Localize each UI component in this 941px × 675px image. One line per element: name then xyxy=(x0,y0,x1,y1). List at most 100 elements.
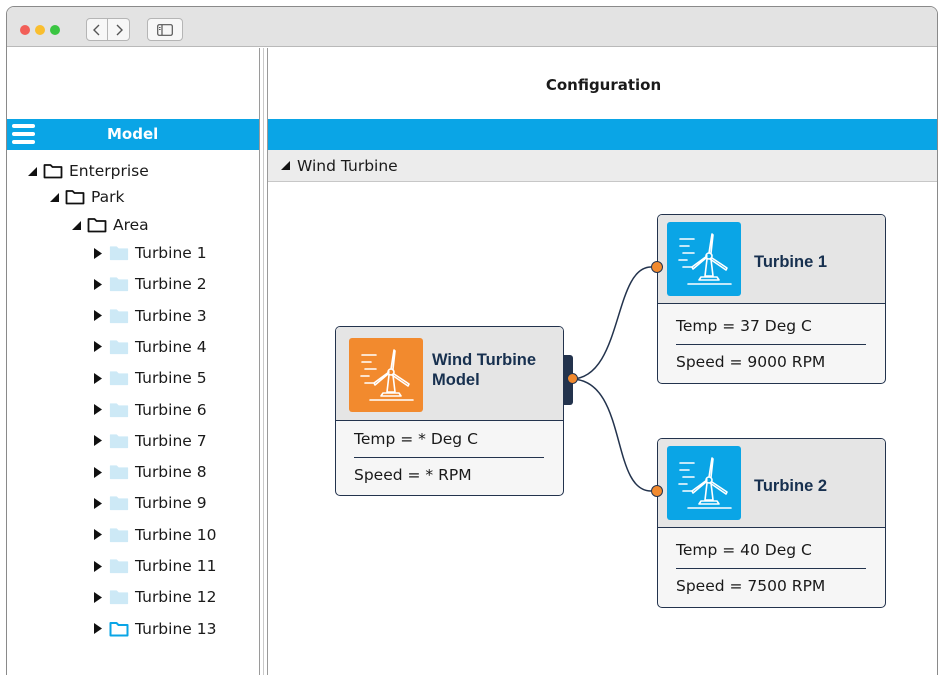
tree-item-label: Turbine 4 xyxy=(135,337,207,356)
tree-item[interactable]: Turbine 10 xyxy=(91,522,216,548)
tree-item-label: Turbine 7 xyxy=(135,431,207,450)
folder-icon xyxy=(109,402,129,418)
tree-item-label: Turbine 11 xyxy=(135,557,217,575)
wire-to-turbine1 xyxy=(570,266,652,380)
folder-icon xyxy=(109,245,129,261)
folder-icon xyxy=(109,589,129,605)
triangle-collapsed-icon[interactable] xyxy=(91,403,105,417)
tree-item[interactable]: Turbine 1 xyxy=(91,240,207,266)
tree-item[interactable]: Turbine 11 xyxy=(91,553,216,579)
tree-item-label: Turbine 10 xyxy=(135,525,217,544)
triangle-collapsed-icon[interactable] xyxy=(91,434,105,448)
section-label: Wind Turbine xyxy=(297,156,398,175)
triangle-collapsed-icon[interactable] xyxy=(91,622,105,636)
model-speed-property: Speed = * RPM xyxy=(354,466,472,484)
tree-item-label: Area xyxy=(113,216,149,234)
tree-item[interactable]: Turbine 8 xyxy=(91,459,207,485)
sidebar-icon xyxy=(157,23,173,36)
model-output-connector[interactable] xyxy=(567,373,578,384)
pane-splitter[interactable] xyxy=(259,48,268,675)
triangle-collapsed-icon[interactable] xyxy=(91,277,105,291)
tree-item[interactable]: Turbine 13 xyxy=(91,616,216,642)
triangle-collapsed-icon[interactable] xyxy=(91,371,105,385)
configuration-pane: Configuration Wind Turbine Wind Turbine … xyxy=(268,48,937,675)
triangle-collapsed-icon[interactable] xyxy=(91,246,105,260)
tree-item-label: Park xyxy=(91,188,125,206)
app-window: Model Enterprise Park Area Turbine 1 Turbine… xyxy=(6,6,938,675)
triangle-collapsed-icon[interactable] xyxy=(91,309,105,323)
folder-icon xyxy=(109,308,129,324)
turbine-2-node[interactable]: Turbine 2 Temp = 40 Deg C Speed = 7500 R… xyxy=(657,438,886,608)
zoom-window-button[interactable] xyxy=(50,25,60,35)
tree-item-label: Turbine 1 xyxy=(135,244,207,262)
wind-turbine-icon xyxy=(667,222,741,296)
tree-item[interactable]: Turbine 7 xyxy=(91,428,207,454)
triangle-collapsed-icon[interactable] xyxy=(91,340,105,354)
folder-icon xyxy=(109,495,129,511)
triangle-collapsed-icon[interactable] xyxy=(91,528,105,542)
turbine-1-input-connector[interactable] xyxy=(651,261,663,273)
tree-item-label: Turbine 12 xyxy=(135,588,217,607)
tree-item[interactable]: Area xyxy=(69,212,149,238)
title-bar xyxy=(7,7,937,47)
turbine-2-temp-property: Temp = 40 Deg C xyxy=(676,541,812,559)
tree-item[interactable]: Park xyxy=(47,184,125,210)
sidebar-toggle-button[interactable] xyxy=(147,18,183,41)
diagram-canvas: Wind Turbine Model Temp = * Deg C Speed … xyxy=(268,182,937,675)
folder-icon xyxy=(109,276,129,292)
turbine-1-speed-property: Speed = 9000 RPM xyxy=(676,353,826,371)
tree-item[interactable]: Turbine 3 xyxy=(91,303,207,329)
back-button[interactable] xyxy=(86,18,108,41)
turbine-2-input-connector[interactable] xyxy=(651,485,663,497)
tree-item[interactable]: Turbine 6 xyxy=(91,397,207,423)
page-title: Configuration xyxy=(545,76,662,94)
property-divider xyxy=(354,457,544,458)
triangle-expanded-icon[interactable] xyxy=(280,160,291,171)
triangle-collapsed-icon[interactable] xyxy=(91,590,105,604)
folder-icon xyxy=(87,217,107,233)
triangle-collapsed-icon[interactable] xyxy=(91,559,105,573)
turbine-1-title: Turbine 1 xyxy=(754,253,828,271)
turbine-1-node[interactable]: Turbine 1 Temp = 37 Deg C Speed = 9000 R… xyxy=(657,214,886,384)
model-sidebar: Model Enterprise Park Area Turbine 1 Turbine… xyxy=(7,48,259,675)
forward-button[interactable] xyxy=(108,18,130,41)
chevron-right-icon xyxy=(116,24,123,35)
tree-item-label: Turbine 8 xyxy=(135,463,207,482)
tree-item[interactable]: Turbine 4 xyxy=(91,334,207,360)
tree-item-label: Enterprise xyxy=(69,162,149,180)
folder-icon xyxy=(109,621,129,637)
folder-icon xyxy=(109,558,129,574)
folder-icon xyxy=(109,464,129,480)
tree-item[interactable]: Turbine 9 xyxy=(91,490,207,516)
minimize-window-button[interactable] xyxy=(35,25,45,35)
close-window-button[interactable] xyxy=(20,25,30,35)
tree-item[interactable]: Turbine 12 xyxy=(91,584,216,610)
folder-icon xyxy=(109,433,129,449)
tree-item-label: Turbine 3 xyxy=(135,306,207,325)
property-divider xyxy=(676,568,866,569)
chevron-left-icon xyxy=(93,24,100,35)
model-temp-property: Temp = * Deg C xyxy=(354,430,478,448)
tree-item-label: Turbine 2 xyxy=(135,275,207,294)
tree-item-label: Turbine 6 xyxy=(135,400,207,419)
wind-turbine-model-node[interactable]: Wind Turbine Model Temp = * Deg C Speed … xyxy=(335,326,564,496)
triangle-expanded-icon[interactable] xyxy=(25,164,39,178)
folder-icon xyxy=(109,370,129,386)
triangle-collapsed-icon[interactable] xyxy=(91,465,105,479)
section-header-wind-turbine[interactable]: Wind Turbine xyxy=(268,150,937,182)
triangle-expanded-icon[interactable] xyxy=(47,190,61,204)
folder-icon xyxy=(65,189,85,205)
configuration-toolbar xyxy=(268,119,937,150)
triangle-collapsed-icon[interactable] xyxy=(91,496,105,510)
triangle-expanded-icon[interactable] xyxy=(69,218,83,232)
tree-item-label: Turbine 13 xyxy=(135,619,217,638)
tree-item[interactable]: Enterprise xyxy=(25,158,149,184)
tree-item-label: Turbine 5 xyxy=(135,369,207,388)
turbine-1-temp-property: Temp = 37 Deg C xyxy=(676,317,812,335)
hamburger-icon[interactable] xyxy=(12,124,35,145)
tree-item[interactable]: Turbine 5 xyxy=(91,365,207,391)
model-title: Model xyxy=(107,125,159,143)
folder-icon xyxy=(109,527,129,543)
tree-item[interactable]: Turbine 2 xyxy=(91,271,207,297)
tree-item-label: Turbine 9 xyxy=(135,494,207,513)
